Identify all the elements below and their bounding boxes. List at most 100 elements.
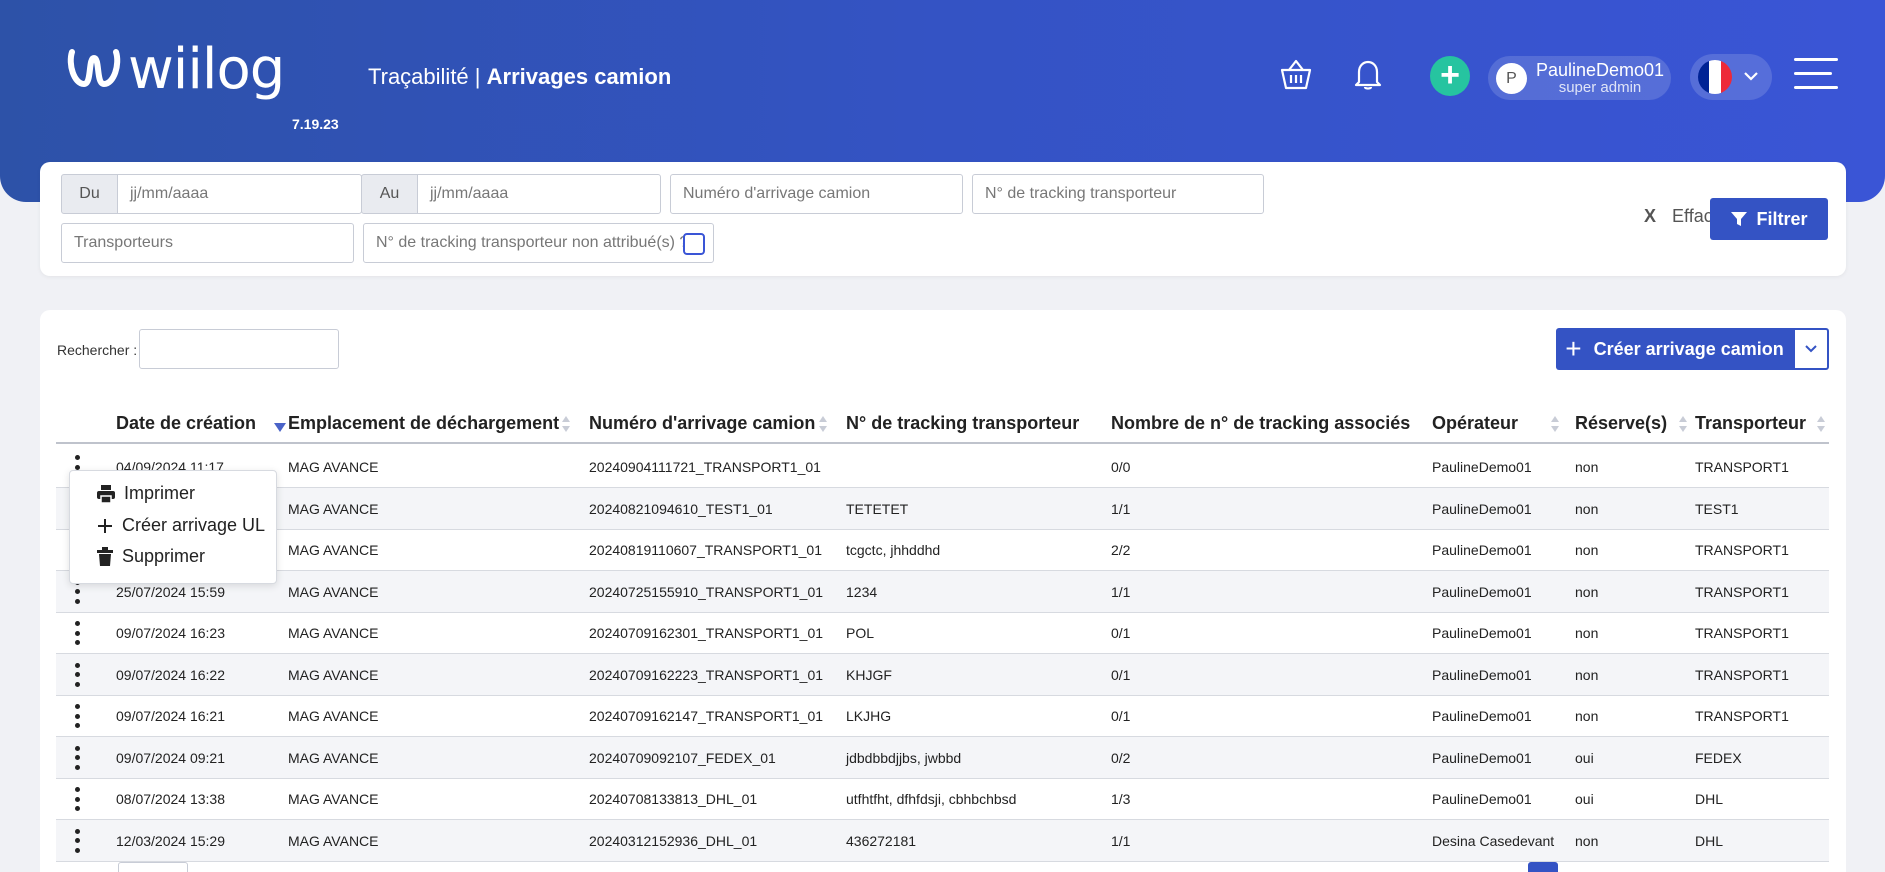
column-header-operator[interactable]: Opérateur xyxy=(1432,413,1518,434)
cell-operator: PaulineDemo01 xyxy=(1432,749,1532,766)
basket-icon[interactable] xyxy=(1278,56,1314,92)
date-from-input[interactable]: jj/mm/aaaa xyxy=(117,174,362,214)
row-actions-kebab-icon[interactable] xyxy=(74,745,80,770)
print-menu-item[interactable]: Imprimer xyxy=(96,483,195,504)
page-title-section: Traçabilité | xyxy=(368,64,481,89)
row-actions-kebab-icon[interactable] xyxy=(74,704,80,728)
page-size-select[interactable] xyxy=(118,862,188,872)
delete-menu-item[interactable]: Supprimer xyxy=(96,546,205,567)
column-header-location[interactable]: Emplacement de déchargement xyxy=(288,413,559,434)
table-row[interactable]: MAG AVANCE 20240819110607_TRANSPORT1_01 tc… xyxy=(56,529,1829,571)
cell-reserves: non xyxy=(1575,708,1599,724)
quick-add-button[interactable]: + xyxy=(1430,56,1470,96)
table-row[interactable]: 09/07/2024 16:22 MAG AVANCE 20240709162223… xyxy=(56,653,1829,696)
user-role: super admin xyxy=(1558,79,1642,96)
cell-operator: PaulineDemo01 xyxy=(1432,666,1532,683)
cell-tracking-count: 1/1 xyxy=(1111,583,1131,600)
cell-arrival-number: 20240904111721_TRANSPORT1_01 xyxy=(589,459,821,475)
cell-reserves: non xyxy=(1575,625,1599,641)
column-header-carrier[interactable]: Transporteur xyxy=(1695,413,1806,434)
cell-reserves: non xyxy=(1575,459,1599,475)
page-title-name: Arrivages camion xyxy=(486,64,672,89)
column-header-date[interactable]: Date de création xyxy=(116,413,256,434)
avatar: P xyxy=(1496,63,1527,94)
create-options-dropdown[interactable] xyxy=(1793,328,1829,370)
table-row[interactable]: 04/09/2024 11:17 MAG AVANCE 20240904111721… xyxy=(56,446,1829,488)
search-input[interactable] xyxy=(139,329,339,369)
printer-icon xyxy=(97,484,115,504)
sort-icon[interactable] xyxy=(819,416,827,432)
sort-icon[interactable] xyxy=(1817,416,1825,432)
print-label: Imprimer xyxy=(124,483,195,503)
row-actions-kebab-icon[interactable] xyxy=(74,662,80,687)
cell-tracking: 436272181 xyxy=(846,832,917,849)
create-truck-arrival-button[interactable]: + Créer arrivage camion xyxy=(1556,328,1793,370)
create-ul-menu-item[interactable]: Créer arrivage UL xyxy=(96,515,265,536)
column-header-reserves[interactable]: Réserve(s) xyxy=(1575,413,1667,434)
pagination-active-page[interactable] xyxy=(1528,862,1558,872)
close-icon: X xyxy=(1644,206,1657,226)
arrival-number-input[interactable]: Numéro d'arrivage camion xyxy=(670,174,963,214)
table-row[interactable]: 09/07/2024 16:23 MAG AVANCE 20240709162301… xyxy=(56,612,1829,654)
column-header-arrival-number[interactable]: Numéro d'arrivage camion xyxy=(589,413,815,434)
date-to-input[interactable]: jj/mm/aaaa xyxy=(417,174,661,214)
cell-date: 09/07/2024 09:21 xyxy=(116,749,225,766)
unassigned-tracking-label: N° de tracking transporteur non attribué… xyxy=(376,234,689,251)
cell-tracking: KHJGF xyxy=(846,666,892,683)
cell-location: MAG AVANCE xyxy=(288,832,379,849)
logo-text: wiilog xyxy=(128,37,285,102)
table-row[interactable]: MAG AVANCE 20240821094610_TEST1_01 TETETET… xyxy=(56,487,1829,530)
hamburger-menu-icon[interactable] xyxy=(1794,56,1838,92)
cell-arrival-number: 20240821094610_TEST1_01 xyxy=(589,500,773,517)
cell-tracking: TETETET xyxy=(846,500,909,517)
cell-reserves: non xyxy=(1575,583,1599,600)
cell-operator: Desina Casedevant xyxy=(1432,832,1555,849)
cell-reserves: oui xyxy=(1575,749,1594,766)
cell-date: 12/03/2024 15:29 xyxy=(116,832,225,849)
cell-operator: PaulineDemo01 xyxy=(1432,583,1532,600)
bell-icon[interactable] xyxy=(1350,56,1386,92)
language-selector[interactable] xyxy=(1690,54,1772,100)
table-row[interactable]: 12/03/2024 15:29 MAG AVANCE 20240312152936… xyxy=(56,819,1829,862)
cell-tracking: tcgctc, jhhddhd xyxy=(846,542,941,558)
cell-arrival-number: 20240709162301_TRANSPORT1_01 xyxy=(589,625,824,641)
table-row[interactable]: 08/07/2024 13:38 MAG AVANCE 20240708133813… xyxy=(56,778,1829,820)
sort-icon[interactable] xyxy=(562,416,570,432)
unassigned-tracking-checkbox[interactable] xyxy=(683,233,705,255)
cell-tracking-count: 0/1 xyxy=(1111,666,1131,683)
cell-reserves: non xyxy=(1575,542,1599,558)
cell-carrier: FEDEX xyxy=(1695,749,1742,766)
row-actions-kebab-icon[interactable] xyxy=(74,621,80,645)
table-row[interactable]: 25/07/2024 15:59 MAG AVANCE 20240725155910… xyxy=(56,570,1829,613)
cell-carrier: TRANSPORT1 xyxy=(1695,625,1789,641)
cell-carrier: TEST1 xyxy=(1695,500,1739,517)
wiilog-logo[interactable]: wiilog xyxy=(66,37,285,102)
search-label: Rechercher : xyxy=(57,342,138,358)
user-menu[interactable]: P PaulineDemo01 super admin xyxy=(1488,56,1671,100)
sort-desc-icon[interactable] xyxy=(274,416,286,432)
delete-label: Supprimer xyxy=(122,546,206,566)
table-row[interactable]: 09/07/2024 09:21 MAG AVANCE 20240709092107… xyxy=(56,736,1829,779)
tracking-number-input[interactable]: N° de tracking transporteur xyxy=(972,174,1264,214)
table-row[interactable]: 09/07/2024 16:21 MAG AVANCE 20240709162147… xyxy=(56,695,1829,737)
row-actions-kebab-icon[interactable] xyxy=(74,828,80,853)
cell-tracking-count: 0/2 xyxy=(1111,749,1131,766)
logo-icon xyxy=(67,49,121,88)
carriers-select[interactable]: Transporteurs xyxy=(61,223,354,263)
filter-button[interactable]: Filtrer xyxy=(1710,198,1828,240)
cell-tracking-count: 2/2 xyxy=(1111,542,1131,558)
cell-location: MAG AVANCE xyxy=(288,542,379,558)
cell-location: MAG AVANCE xyxy=(288,625,379,641)
cell-carrier: TRANSPORT1 xyxy=(1695,583,1789,600)
sort-icon[interactable] xyxy=(1679,416,1687,432)
cell-tracking-count: 0/1 xyxy=(1111,708,1131,724)
cell-location: MAG AVANCE xyxy=(288,459,379,475)
column-header-tracking[interactable]: N° de tracking transporteur xyxy=(846,413,1079,434)
cell-operator: PaulineDemo01 xyxy=(1432,708,1532,724)
sort-icon[interactable] xyxy=(1551,416,1559,432)
cell-location: MAG AVANCE xyxy=(288,708,379,724)
column-header-tracking-count[interactable]: Nombre de n° de tracking associés xyxy=(1111,413,1410,434)
unassigned-tracking-filter[interactable]: N° de tracking transporteur non attribué… xyxy=(363,223,714,263)
cell-operator: PaulineDemo01 xyxy=(1432,542,1532,558)
row-actions-kebab-icon[interactable] xyxy=(74,787,80,811)
